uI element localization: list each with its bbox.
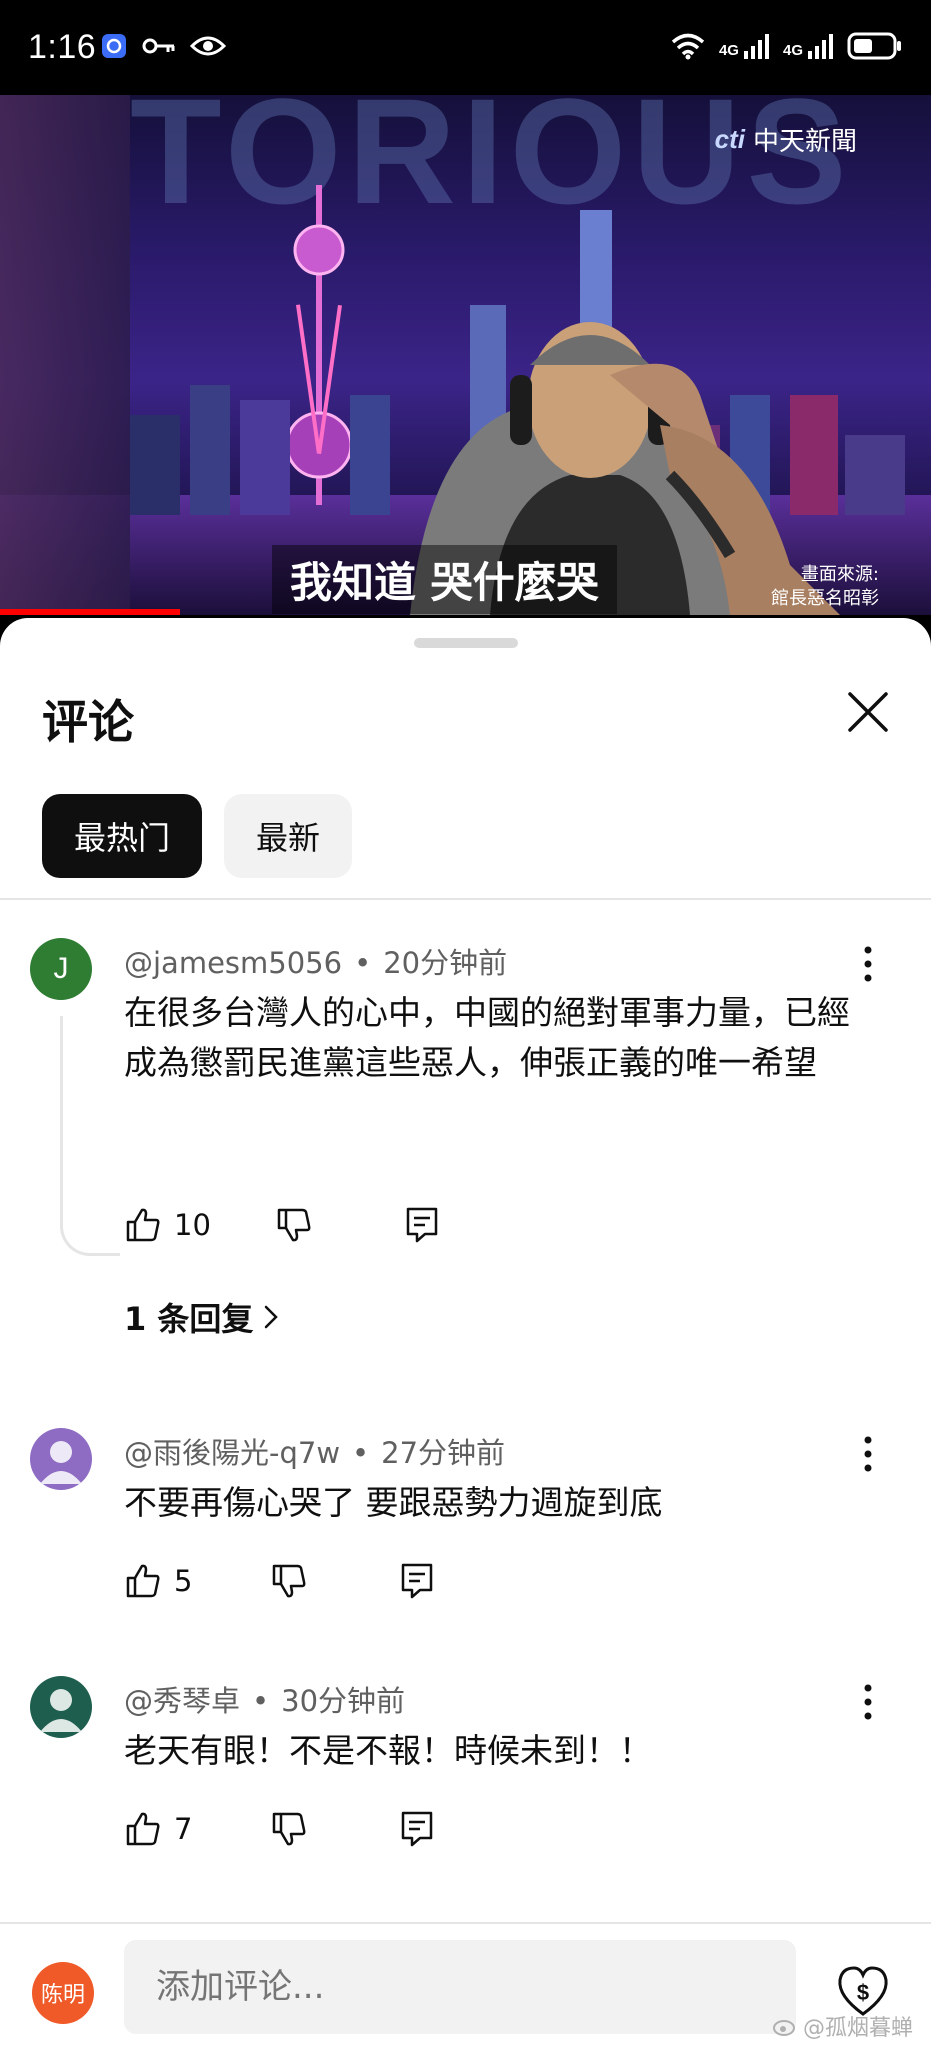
eye-icon [190, 36, 226, 56]
network-type-1: 4G [718, 42, 739, 59]
watermark: @孤烟暮蝉 [772, 2010, 913, 2042]
sort-chips: 最热门 最新 [42, 794, 353, 878]
battery-icon [847, 32, 901, 60]
weibo-icon [772, 2020, 795, 2036]
signal-2: 4G [783, 33, 833, 59]
like-count: 10 [174, 1208, 211, 1242]
comment-meta: @jamesm5056 • 20分钟前 [124, 946, 508, 980]
comment-time: 27分钟前 [381, 1436, 506, 1470]
video-player[interactable]: TORIOUS cti 中天新聞 我知道 哭什麼哭 畫面來源: 館長惡名昭彰 [0, 95, 931, 615]
comments-sheet: 评论 最热门 最新 J @jamesm5056 • 20分钟前 在很多台灣人的心中，… [0, 618, 931, 2048]
drag-handle[interactable] [414, 638, 518, 648]
svg-text:$: $ [857, 1980, 869, 2005]
status-bar: 1:16 4G 4G [0, 0, 931, 95]
thumbs-down-icon[interactable] [270, 1810, 308, 1848]
signal-bars-icon [743, 34, 769, 59]
watermark-text: @孤烟暮蝉 [802, 2016, 913, 2041]
video-left-region [0, 95, 130, 615]
add-comment-input[interactable] [124, 1940, 796, 2034]
network-type-2: 4G [782, 42, 803, 59]
comment-item: J @jamesm5056 • 20分钟前 在很多台灣人的心中，中國的絕對軍事力量，… [0, 938, 931, 1338]
more-options-icon[interactable] [856, 1434, 880, 1474]
thumbs-down-icon[interactable] [270, 1562, 308, 1600]
chevron-right-icon [265, 1305, 279, 1329]
comment-author[interactable]: @雨後陽光-q7w [124, 1436, 340, 1470]
divider [0, 898, 931, 900]
comment-time: 30分钟前 [281, 1684, 406, 1718]
sort-top-chip[interactable]: 最热门 [42, 794, 203, 878]
thumbs-up-icon [126, 1208, 160, 1242]
comments-title: 评论 [42, 695, 134, 749]
my-avatar[interactable]: 陈明 [32, 1962, 94, 2024]
channel-logo-mark: cti [714, 124, 745, 154]
reply-icon[interactable] [400, 1562, 434, 1600]
like-count: 5 [174, 1564, 193, 1598]
channel-logo-name: 中天新聞 [752, 127, 857, 157]
comment-time: 20分钟前 [383, 946, 508, 980]
comment-text: 在很多台灣人的心中，中國的絕對軍事力量，已經成為懲罰民進黨這些惡人，伸張正義的唯… [124, 993, 850, 1082]
comment-actions: 10 [124, 1206, 439, 1244]
video-subtitle: 我知道 哭什麼哭 [272, 545, 617, 614]
thumbs-up-icon [126, 1812, 160, 1846]
avatar[interactable] [30, 1676, 92, 1738]
default-avatar-icon [40, 1689, 82, 1732]
status-time: 1:16 [28, 28, 97, 66]
channel-logo: cti 中天新聞 [715, 121, 857, 158]
video-source-credit: 畫面來源: 館長惡名昭彰 [771, 563, 879, 611]
comment-text: 不要再傷心哭了 要跟惡勢力週旋到底 [124, 1483, 663, 1522]
comment-author[interactable]: @jamesm5056 [124, 946, 342, 980]
signal-bars-icon [808, 34, 833, 59]
like-button[interactable]: 5 [124, 1562, 192, 1600]
replies-count: 1 条回复 [124, 1300, 254, 1338]
comment-item: @雨後陽光-q7w • 27分钟前 不要再傷心哭了 要跟惡勢力週旋到底 5 [0, 1428, 931, 1628]
avatar[interactable] [30, 1428, 92, 1490]
wifi-icon [671, 33, 705, 60]
avatar[interactable]: J [30, 938, 92, 1000]
source-label: 畫面來源: [800, 564, 879, 585]
reply-icon[interactable] [405, 1206, 439, 1244]
divider [0, 1922, 931, 1924]
comment-actions: 7 [124, 1810, 434, 1848]
view-replies-link[interactable]: 1 条回复 [124, 1294, 279, 1340]
comment-author[interactable]: @秀琴卓 [124, 1684, 240, 1718]
default-avatar-icon [40, 1441, 82, 1484]
thumbs-down-icon[interactable] [275, 1206, 313, 1244]
comment-actions: 5 [124, 1562, 434, 1600]
close-icon[interactable] [846, 690, 890, 734]
comment-item: @秀琴卓 • 30分钟前 老天有眼！不是不報！時候未到！！ 7 [0, 1676, 931, 1876]
more-options-icon[interactable] [856, 944, 880, 984]
like-button[interactable]: 10 [124, 1206, 211, 1244]
comment-text: 老天有眼！不是不報！時候未到！！ [124, 1731, 652, 1770]
reply-icon[interactable] [400, 1810, 434, 1848]
sort-newest-chip[interactable]: 最新 [224, 794, 353, 878]
signal-1: 4G [719, 33, 769, 59]
comment-composer: 陈明 $ @孤烟暮蝉 [0, 1922, 931, 2048]
like-button[interactable]: 7 [124, 1810, 192, 1848]
more-options-icon[interactable] [856, 1682, 880, 1722]
app-notification-icon [102, 34, 126, 58]
key-icon [142, 38, 175, 54]
video-progress-bar[interactable] [0, 609, 180, 615]
like-count: 7 [174, 1812, 193, 1846]
reply-thread-line [60, 1016, 120, 1256]
comment-meta: @雨後陽光-q7w • 27分钟前 [124, 1436, 506, 1470]
comment-meta: @秀琴卓 • 30分钟前 [124, 1684, 406, 1718]
source-name: 館長惡名昭彰 [771, 588, 879, 609]
thumbs-up-icon [126, 1564, 160, 1598]
